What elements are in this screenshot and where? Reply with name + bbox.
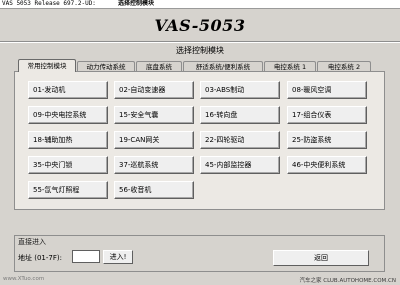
module-button-17[interactable]: 17-组合仪表 bbox=[287, 106, 367, 124]
enter-button[interactable]: 进入! bbox=[103, 250, 133, 264]
page-heading: 选择控制模块 bbox=[176, 46, 224, 55]
module-button-55[interactable]: 55-氙气灯照程 bbox=[28, 181, 108, 199]
watermark-left: www.XTuo.com bbox=[3, 276, 45, 282]
module-button-37[interactable]: 37-巡航系统 bbox=[114, 156, 194, 174]
address-input[interactable] bbox=[72, 250, 100, 263]
address-label: 地址 (01-7F): bbox=[18, 254, 62, 262]
tab-electrical-1[interactable]: 电控系统 1 bbox=[264, 61, 316, 71]
module-button-01[interactable]: 01-发动机 bbox=[28, 81, 108, 99]
tab-chassis[interactable]: 底盘系统 bbox=[136, 61, 182, 71]
module-button-15[interactable]: 15-安全气囊 bbox=[114, 106, 194, 124]
window-titlebar: VAS 5053 Release 697.2-UD: 选择控制模块 bbox=[0, 0, 400, 9]
module-button-16[interactable]: 16-转向盘 bbox=[200, 106, 280, 124]
module-button-45[interactable]: 45-内部监控器 bbox=[200, 156, 280, 174]
module-button-02[interactable]: 02-自动变速器 bbox=[114, 81, 194, 99]
product-logo-text: VAS-5053 bbox=[154, 16, 246, 35]
header-divider bbox=[0, 41, 400, 43]
direct-entry-title: 直接进入 bbox=[18, 238, 46, 246]
watermark-right: 汽车之家 CLUB.AUTOHOME.COM.CN bbox=[299, 278, 396, 284]
module-button-03[interactable]: 03-ABS制动 bbox=[200, 81, 280, 99]
module-button-19[interactable]: 19-CAN网关 bbox=[114, 131, 194, 149]
module-button-09[interactable]: 09-中央电控系统 bbox=[28, 106, 108, 124]
module-button-35[interactable]: 35-中央门锁 bbox=[28, 156, 108, 174]
tab-common-modules[interactable]: 常用控制模块 bbox=[18, 59, 76, 72]
module-button-18[interactable]: 18-辅助加热 bbox=[28, 131, 108, 149]
tab-comfort[interactable]: 舒适系统/便利系统 bbox=[183, 61, 263, 71]
tab-electrical-2[interactable]: 电控系统 2 bbox=[317, 61, 371, 71]
module-button-46[interactable]: 46-中央便利系统 bbox=[287, 156, 367, 174]
app-header: VAS-5053 bbox=[0, 9, 400, 41]
tab-powertrain[interactable]: 动力传动系统 bbox=[77, 61, 135, 71]
titlebar-title: 选择控制模块 bbox=[118, 0, 155, 7]
module-button-22[interactable]: 22-四轮驱动 bbox=[200, 131, 280, 149]
back-button[interactable]: 返回 bbox=[273, 250, 369, 266]
module-button-56[interactable]: 56-收音机 bbox=[114, 181, 194, 199]
module-button-08[interactable]: 08-暖风空调 bbox=[287, 81, 367, 99]
titlebar-release-text: VAS 5053 Release 697.2-UD: bbox=[2, 0, 96, 7]
module-button-25[interactable]: 25-防盗系统 bbox=[287, 131, 367, 149]
